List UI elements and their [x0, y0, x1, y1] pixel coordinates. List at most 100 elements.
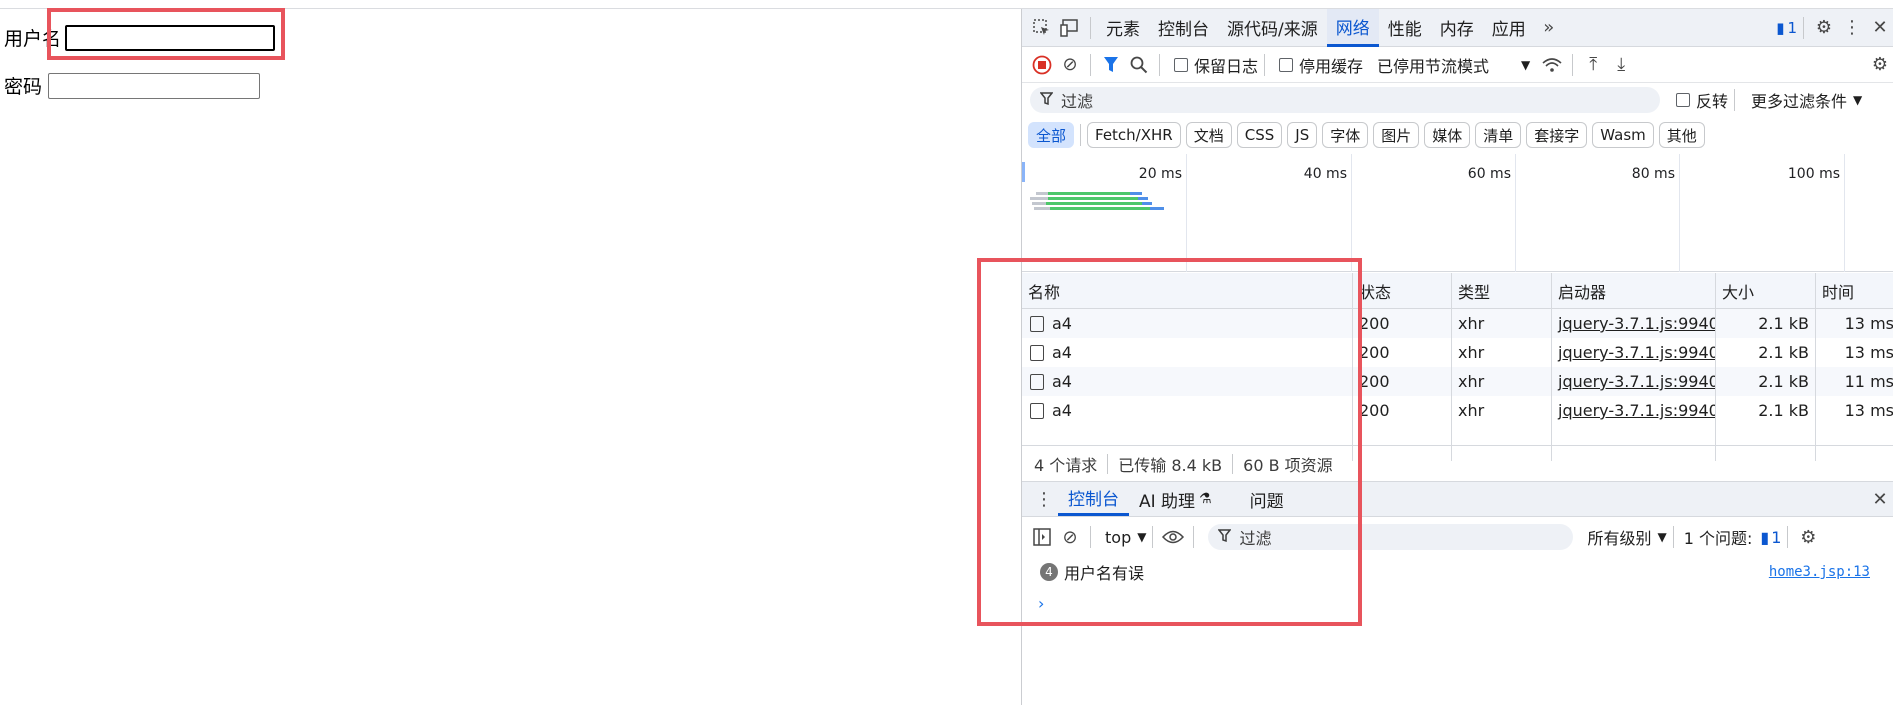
settings-gear-icon[interactable]: ⚙	[1810, 14, 1838, 42]
username-input[interactable]	[65, 24, 276, 51]
console-message: 4 用户名有误 home3.jsp:13	[1022, 558, 1893, 586]
request-time: 13 ms	[1844, 401, 1893, 420]
more-options-kebab-icon[interactable]: ⋮	[1838, 14, 1866, 42]
issues-counter[interactable]: ▮ 1	[1776, 14, 1797, 42]
table-row[interactable]: a4 200 xhr jquery-3.7.1.js:9940 2.1 kB 1…	[1022, 396, 1893, 425]
column-header-status[interactable]: 状态	[1353, 273, 1452, 308]
type-filter-fetch-xhr[interactable]: Fetch/XHR	[1087, 122, 1181, 148]
network-settings-gear-icon[interactable]: ⚙	[1866, 51, 1893, 79]
console-settings-gear-icon[interactable]: ⚙	[1794, 523, 1822, 551]
tab-performance[interactable]: 性能	[1379, 9, 1431, 47]
close-icon[interactable]: ✕	[1866, 14, 1893, 42]
console-message-text: 用户名有误	[1064, 564, 1145, 583]
column-header-type[interactable]: 类型	[1452, 273, 1552, 308]
type-filter-all[interactable]: 全部	[1028, 122, 1075, 148]
drawer-close-icon[interactable]: ✕	[1866, 485, 1893, 513]
request-name: a4	[1052, 372, 1072, 391]
invert-label: 反转	[1696, 92, 1729, 111]
table-row[interactable]: a4 200 xhr jquery-3.7.1.js:9940 2.1 kB 1…	[1022, 338, 1893, 367]
dropdown-arrow-icon: ▼	[1521, 57, 1531, 72]
summary-divider	[1232, 453, 1234, 474]
request-count: 4 个请求	[1034, 455, 1098, 475]
request-initiator-link[interactable]: jquery-3.7.1.js:9940	[1558, 401, 1715, 420]
log-levels-dropdown[interactable]: 所有级别 ▼	[1587, 525, 1666, 549]
type-filter-socket[interactable]: 套接字	[1526, 122, 1588, 148]
clear-icon[interactable]: ⊘	[1056, 51, 1084, 79]
invert-checkbox[interactable]: 反转	[1676, 88, 1728, 112]
more-tabs-chevron-icon[interactable]: »	[1535, 14, 1563, 42]
request-initiator-link[interactable]: jquery-3.7.1.js:9940	[1558, 314, 1715, 333]
column-header-time[interactable]: 时间	[1816, 273, 1893, 308]
waterfall-wait-bar	[1048, 192, 1130, 195]
request-initiator-cell: jquery-3.7.1.js:9940	[1552, 309, 1716, 338]
type-filter-font[interactable]: 字体	[1322, 122, 1369, 148]
column-header-initiator[interactable]: 启动器	[1552, 273, 1716, 308]
ai-assistant-label: AI 助理	[1139, 491, 1196, 512]
drawer-menu-kebab-icon[interactable]: ⋮	[1030, 485, 1058, 513]
export-download-icon[interactable]: ⤓	[1607, 51, 1635, 79]
tab-sources[interactable]: 源代码/来源	[1218, 9, 1327, 47]
disable-cache-label: 停用缓存	[1299, 56, 1364, 76]
console-divider-5	[1787, 526, 1789, 548]
console-divider	[1090, 526, 1091, 548]
network-filter-input[interactable]: 过滤	[1030, 87, 1660, 113]
dropdown-arrow-icon: ▼	[1657, 530, 1667, 544]
preserve-log-checkbox[interactable]: 保留日志	[1174, 53, 1258, 77]
document-file-icon	[1030, 315, 1044, 332]
type-filter-wasm[interactable]: Wasm	[1592, 122, 1654, 148]
console-filter-input[interactable]: 过滤	[1208, 524, 1574, 550]
resource-type-filters: 全部 Fetch/XHR 文档 CSS JS 字体 图片 媒体 清单 套接字 W…	[1022, 119, 1893, 151]
network-summary-bar: 4 个请求 已传输 8.4 kB 60 B 项资源	[1022, 445, 1893, 481]
type-filter-js[interactable]: JS	[1287, 122, 1318, 148]
timeline-tick-label: 100 ms	[1787, 166, 1840, 182]
device-toolbar-icon[interactable]	[1056, 14, 1084, 42]
search-icon[interactable]	[1125, 51, 1153, 79]
timeline-overview[interactable]: 20 ms 40 ms 60 ms 80 ms 100 ms	[1022, 154, 1893, 272]
import-upload-icon[interactable]: ⤒	[1579, 51, 1607, 79]
more-filters-dropdown[interactable]: 更多过滤条件 ▼	[1751, 88, 1862, 112]
clear-console-icon[interactable]: ⊘	[1056, 523, 1084, 551]
column-header-name[interactable]: 名称	[1022, 273, 1353, 308]
type-filter-img[interactable]: 图片	[1373, 122, 1420, 148]
filter-funnel-icon[interactable]	[1097, 51, 1125, 79]
request-name-cell: a4	[1022, 309, 1353, 338]
request-size: 2.1 kB	[1716, 396, 1816, 425]
live-expression-eye-icon[interactable]	[1159, 523, 1187, 551]
tab-console[interactable]: 控制台	[1149, 9, 1218, 47]
drawer-tab-ai-assistant[interactable]: AI 助理 ⚗	[1129, 482, 1222, 516]
disable-cache-checkbox[interactable]: 停用缓存	[1279, 53, 1363, 77]
table-row[interactable]: a4 200 xhr jquery-3.7.1.js:9940 2.1 kB 1…	[1022, 309, 1893, 338]
throttle-label: 已停用节流模式	[1377, 56, 1490, 76]
inspect-element-icon[interactable]	[1028, 14, 1056, 42]
timeline-gridline	[1186, 154, 1187, 272]
table-row[interactable]: a4 200 xhr jquery-3.7.1.js:9940 2.1 kB 1…	[1022, 367, 1893, 396]
toolbar-divider-4	[1572, 53, 1574, 76]
request-initiator-link[interactable]: jquery-3.7.1.js:9940	[1558, 372, 1715, 391]
drawer-tab-console[interactable]: 控制台	[1058, 482, 1129, 516]
tab-memory[interactable]: 内存	[1431, 9, 1483, 47]
tab-network[interactable]: 网络	[1326, 9, 1379, 47]
context-label: top	[1105, 527, 1132, 547]
show-sidebar-icon[interactable]	[1028, 523, 1056, 551]
document-file-icon	[1030, 402, 1044, 419]
tab-elements[interactable]: 元素	[1097, 9, 1149, 47]
tab-application[interactable]: 应用	[1483, 9, 1535, 47]
dropdown-arrow-icon: ▼	[1853, 93, 1863, 107]
password-input[interactable]	[48, 72, 261, 99]
record-stop-icon[interactable]	[1028, 51, 1056, 79]
network-conditions-wifi-icon[interactable]	[1538, 51, 1566, 79]
console-issues-counter[interactable]: 1 个问题: ▮ 1	[1684, 525, 1782, 549]
type-filter-doc[interactable]: 文档	[1185, 122, 1232, 148]
drawer-tab-issues[interactable]: 问题	[1240, 482, 1294, 516]
waterfall-queue-bar	[1032, 202, 1046, 205]
type-filter-manifest[interactable]: 清单	[1475, 122, 1522, 148]
column-header-size[interactable]: 大小	[1716, 273, 1816, 308]
type-filter-css[interactable]: CSS	[1236, 122, 1283, 148]
type-filter-other[interactable]: 其他	[1658, 122, 1705, 148]
request-initiator-link[interactable]: jquery-3.7.1.js:9940	[1558, 343, 1715, 362]
context-selector[interactable]: top ▼	[1105, 528, 1146, 547]
console-message-source-link[interactable]: home3.jsp:13	[1769, 564, 1870, 580]
console-prompt-chevron-icon[interactable]: ›	[1038, 594, 1044, 613]
type-filter-media[interactable]: 媒体	[1424, 122, 1471, 148]
throttle-select[interactable]: 已停用节流模式 ▼	[1377, 53, 1530, 77]
